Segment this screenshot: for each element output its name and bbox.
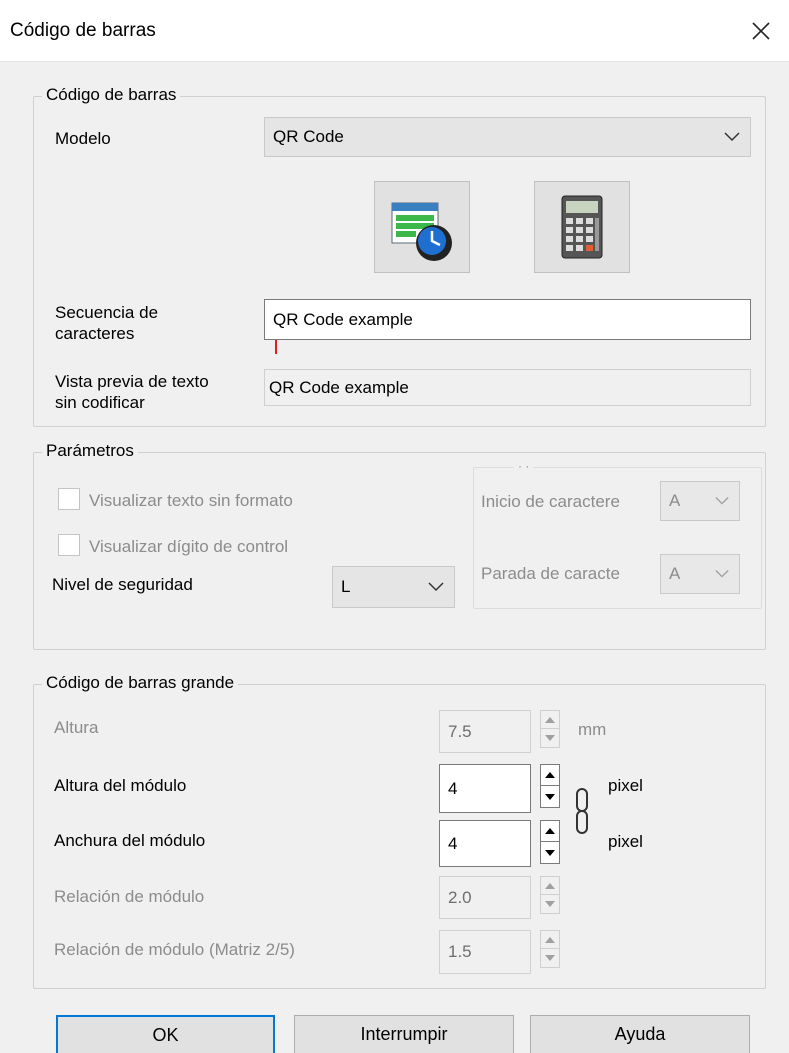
chevron-down-icon xyxy=(428,582,444,592)
module-ratio-input[interactable]: 2.0 xyxy=(439,876,531,919)
text-caret xyxy=(275,340,277,354)
chevron-down-icon xyxy=(715,497,729,505)
spin-up-button[interactable] xyxy=(541,765,559,786)
module-height-unit: pixel xyxy=(608,776,643,795)
sequence-input-value: QR Code example xyxy=(273,309,413,329)
module-ratio-label: Relación de módulo xyxy=(54,887,205,906)
link-ratio-toggle[interactable] xyxy=(573,785,591,837)
calculator-icon xyxy=(561,195,603,259)
preview-field: QR Code example xyxy=(264,369,751,406)
model-select-value: QR Code xyxy=(273,127,344,146)
start-stop-subgroup-title: · · xyxy=(514,459,534,473)
height-input[interactable]: 7.5 xyxy=(439,710,531,753)
triangle-down-icon xyxy=(545,901,555,907)
security-level-label: Nivel de seguridad xyxy=(52,575,193,594)
spin-down-button[interactable] xyxy=(541,729,559,747)
spin-down-button[interactable] xyxy=(541,949,559,967)
module-ratio-value: 2.0 xyxy=(448,887,472,907)
triangle-up-icon xyxy=(545,716,555,723)
triangle-up-icon xyxy=(545,828,555,834)
module-width-input[interactable]: 4 xyxy=(439,820,531,867)
stop-char-select[interactable]: A xyxy=(660,554,740,594)
triangle-up-icon xyxy=(545,936,555,943)
chain-link-icon xyxy=(576,788,588,834)
show-check-digit-checkbox[interactable] xyxy=(58,534,80,556)
window-title: Código de barras xyxy=(10,20,156,41)
spin-down-button[interactable] xyxy=(541,786,559,807)
model-select[interactable]: QR Code xyxy=(264,117,751,157)
start-char-label: Inicio de caractere xyxy=(481,492,620,511)
module-ratio-matrix-spinner[interactable] xyxy=(540,930,560,968)
spin-down-button[interactable] xyxy=(541,895,559,913)
barcode-group-title: Código de barras xyxy=(42,85,181,105)
model-label: Modelo xyxy=(55,129,111,148)
security-level-select[interactable]: L xyxy=(332,566,455,608)
help-button-label: Ayuda xyxy=(614,1024,666,1044)
chevron-down-icon xyxy=(715,570,729,578)
triangle-up-icon xyxy=(545,882,555,889)
preview-label: Vista previa de texto sin codificar xyxy=(55,372,209,412)
sequence-label: Secuencia de caracteres xyxy=(55,303,159,343)
show-plain-text-checkbox[interactable] xyxy=(58,488,80,510)
barcode-wizard-icon xyxy=(391,202,452,261)
spin-up-button[interactable] xyxy=(541,711,559,729)
module-ratio-matrix-input[interactable]: 1.5 xyxy=(439,930,531,974)
help-button[interactable]: Ayuda xyxy=(530,1015,750,1053)
module-ratio-matrix-label: Relación de módulo (Matriz 2/5) xyxy=(54,940,295,959)
ok-button[interactable]: OK xyxy=(56,1015,275,1053)
height-unit: mm xyxy=(578,720,607,739)
height-label: Altura xyxy=(54,718,99,737)
spin-down-button[interactable] xyxy=(541,842,559,863)
module-height-label: Altura del módulo xyxy=(54,776,187,795)
module-height-input[interactable]: 4 xyxy=(439,764,531,813)
spin-up-button[interactable] xyxy=(541,821,559,842)
large-barcode-group-title: Código de barras grande xyxy=(42,673,239,693)
module-height-spinner[interactable] xyxy=(540,764,560,808)
module-width-unit: pixel xyxy=(608,832,643,851)
module-ratio-spinner[interactable] xyxy=(540,876,560,914)
module-height-value: 4 xyxy=(448,778,458,798)
spin-up-button[interactable] xyxy=(541,877,559,895)
height-value: 7.5 xyxy=(448,721,472,741)
preview-field-value: QR Code example xyxy=(269,377,409,397)
triangle-down-icon xyxy=(545,793,555,800)
triangle-up-icon xyxy=(545,772,555,778)
chevron-down-icon xyxy=(724,132,740,142)
barcode-wizard-button[interactable] xyxy=(374,181,470,273)
module-width-label: Anchura del módulo xyxy=(54,831,206,850)
stop-char-label: Parada de caracte xyxy=(481,564,620,583)
calculator-button[interactable] xyxy=(534,181,630,273)
triangle-down-icon xyxy=(545,955,555,961)
cancel-button[interactable]: Interrumpir xyxy=(294,1015,514,1053)
title-bar: Código de barras xyxy=(0,0,789,62)
start-char-select[interactable]: A xyxy=(660,481,740,521)
triangle-down-icon xyxy=(545,735,555,741)
stop-char-value: A xyxy=(669,564,681,583)
show-plain-text-label: Visualizar texto sin formato xyxy=(89,491,293,510)
cancel-button-label: Interrumpir xyxy=(360,1024,448,1044)
ok-button-label: OK xyxy=(152,1024,179,1045)
module-width-value: 4 xyxy=(448,833,458,853)
close-button[interactable] xyxy=(733,0,789,62)
height-spinner[interactable] xyxy=(540,710,560,748)
module-ratio-matrix-value: 1.5 xyxy=(448,942,472,961)
security-level-value: L xyxy=(341,577,351,596)
show-check-digit-label: Visualizar dígito de control xyxy=(89,537,289,556)
close-icon xyxy=(752,22,770,40)
module-width-spinner[interactable] xyxy=(540,820,560,864)
start-char-value: A xyxy=(669,491,681,510)
sequence-input[interactable]: QR Code example xyxy=(264,299,751,340)
spin-up-button[interactable] xyxy=(541,931,559,949)
triangle-down-icon xyxy=(545,849,555,856)
params-group-title: Parámetros xyxy=(42,441,138,461)
